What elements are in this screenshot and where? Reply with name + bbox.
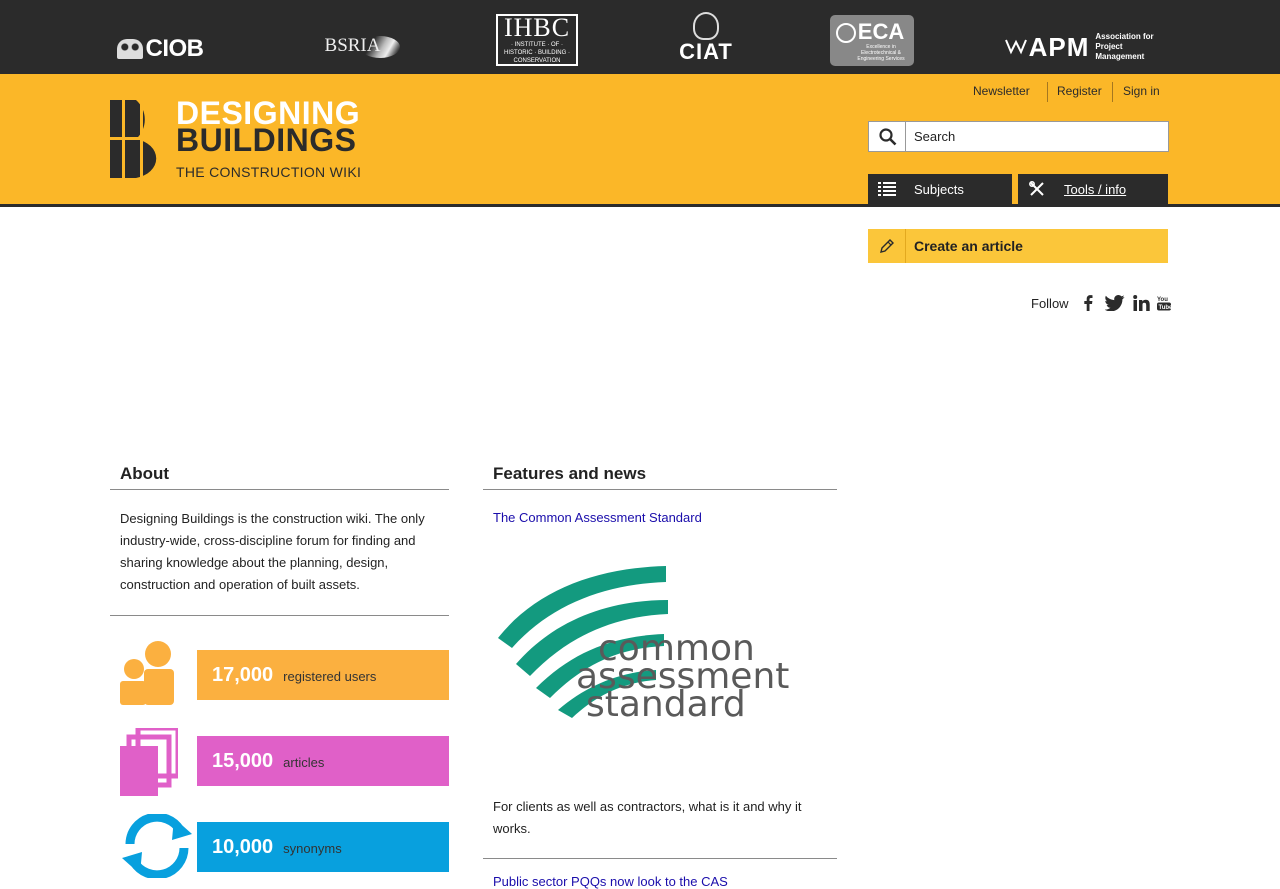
ciat-crest-icon (693, 12, 719, 40)
feature-article-link[interactable]: The Common Assessment Standard (493, 510, 702, 525)
about-divider (110, 489, 449, 490)
header-divider (0, 204, 1280, 207)
common-assessment-standard-logo[interactable]: common assessment standard (496, 560, 832, 730)
svg-text:You: You (1157, 297, 1168, 303)
stat-synonyms-label: synonyms (283, 841, 342, 856)
stat-users-label: registered users (283, 669, 377, 684)
bsria-logo-text: BSRIA (324, 35, 381, 56)
eca-logo[interactable]: ECA Excellence in Electrotechnical & Eng… (830, 15, 914, 66)
ciat-logo[interactable]: CIAT (676, 8, 736, 68)
feature-article-description: For clients as well as contractors, what… (493, 799, 802, 836)
ihbc-logo-subtext: · INSTITUTE · OF · HISTORIC · BUILDING ·… (504, 42, 570, 64)
search-button[interactable] (868, 121, 906, 152)
ihbc-logo[interactable]: IHBC · INSTITUTE · OF · HISTORIC · BUILD… (496, 14, 578, 66)
register-link[interactable]: Register (1057, 84, 1102, 100)
stat-users-number: 17,000 (212, 663, 274, 686)
stat-synonyms-number: 10,000 (212, 835, 274, 858)
features-heading: Features and news (493, 464, 647, 483)
stat-articles-label: articles (283, 755, 325, 770)
cas-logo-line-3: standard (586, 684, 746, 725)
list-icon (868, 182, 906, 196)
about-heading: About (120, 464, 170, 483)
nav-tools-button[interactable]: Tools / info (1018, 174, 1168, 204)
eca-logo-subtext: Excellence in Electrotechnical & Enginee… (857, 43, 905, 62)
tools-icon (1018, 181, 1056, 197)
stat-synonyms-bar: 10,000 synonyms (197, 822, 449, 872)
bsria-logo[interactable]: BSRIA (305, 32, 400, 60)
ciat-logo-text: CIAT (679, 39, 733, 64)
users-icon (120, 641, 174, 705)
synonyms-refresh-icon (122, 814, 192, 878)
facebook-icon[interactable] (1083, 295, 1093, 311)
about-divider (110, 615, 449, 616)
ihbc-logo-text: IHBC (503, 13, 571, 42)
stat-articles-number: 15,000 (212, 749, 274, 772)
follow-label: Follow (1031, 295, 1069, 311)
ciob-logo-text: CIOB (145, 35, 205, 62)
toplinks-divider (1112, 82, 1113, 102)
svg-text:Tube: Tube (1158, 305, 1171, 311)
create-article-label: Create an article (914, 238, 1023, 254)
features-divider (483, 489, 837, 490)
apm-logo[interactable]: APM Association for Project Management (1000, 30, 1172, 64)
stat-articles-bar: 15,000 articles (197, 736, 449, 786)
nav-subjects-label: Subjects (914, 181, 964, 197)
sign-in-link[interactable]: Sign in (1123, 84, 1160, 100)
linkedin-icon[interactable] (1132, 295, 1150, 311)
newsletter-link[interactable]: Newsletter (973, 84, 1030, 100)
nav-subjects-button[interactable]: Subjects (868, 174, 1012, 204)
brand-tagline: THE CONSTRUCTION WIKI (176, 164, 362, 180)
apm-crown-icon (1004, 39, 1027, 55)
create-article-button[interactable]: Create an article (868, 229, 1168, 263)
eca-mark-icon (836, 23, 856, 43)
designing-buildings-logo-icon[interactable] (110, 100, 162, 178)
features-divider (483, 858, 837, 859)
apm-logo-subtext: Association for Project Management (1095, 32, 1154, 61)
toplinks-divider (1047, 82, 1048, 102)
apm-logo-text: APM (1028, 31, 1090, 62)
search-icon (878, 127, 896, 145)
about-text: Designing Buildings is the construction … (120, 511, 425, 592)
partner-bar: CIOB BSRIA IHBC · INSTITUTE · OF · HISTO… (0, 0, 1280, 74)
follow-bar: Follow You Tube (1031, 294, 1171, 312)
stat-users-bar: 17,000 registered users (197, 650, 449, 700)
twitter-icon[interactable] (1104, 295, 1125, 311)
youtube-icon[interactable]: You Tube (1156, 295, 1171, 311)
ciob-mark-icon (116, 39, 143, 59)
brand-line-2[interactable]: BUILDINGS (176, 123, 357, 157)
pencil-icon (868, 229, 906, 263)
search-input[interactable] (905, 121, 1169, 152)
articles-icon (120, 728, 178, 796)
ciob-logo[interactable]: CIOB (110, 34, 210, 64)
nav-tools-label: Tools / info (1064, 181, 1127, 197)
